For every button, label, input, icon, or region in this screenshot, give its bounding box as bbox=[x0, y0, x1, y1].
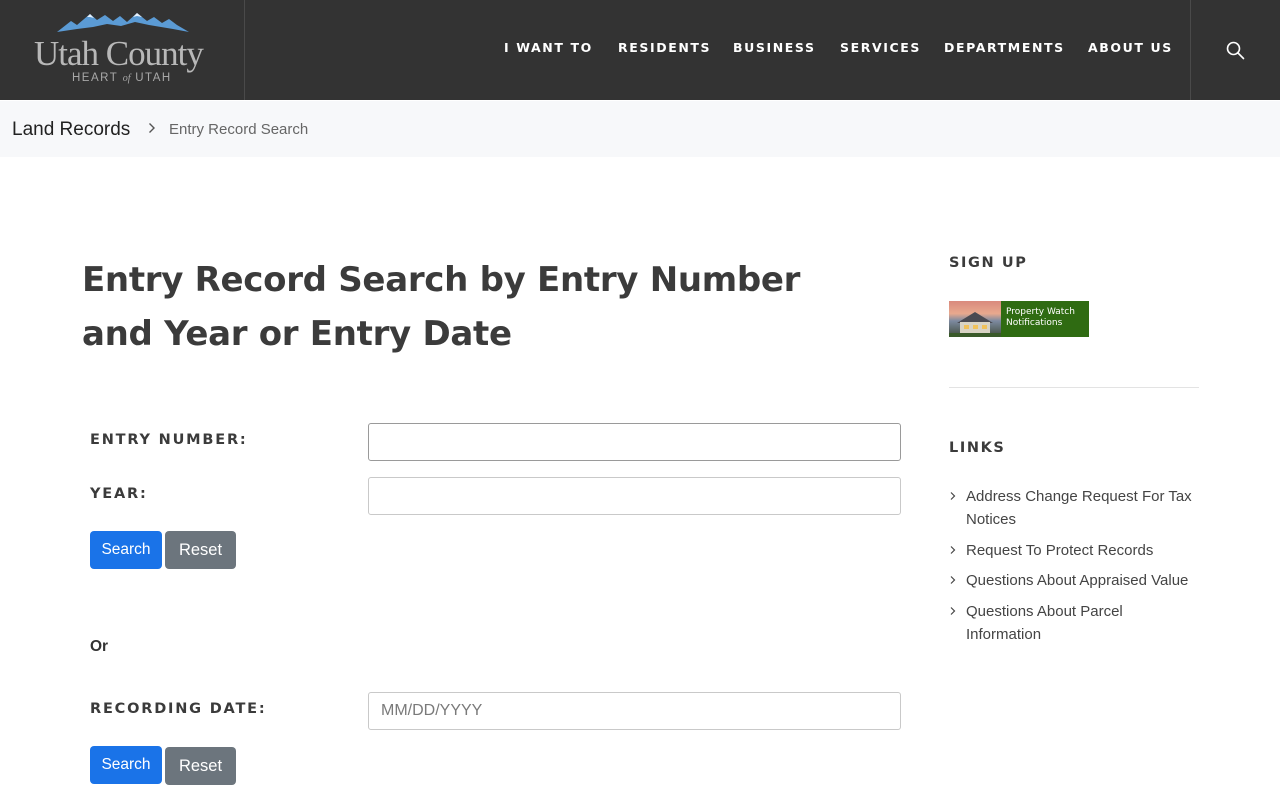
banner-text: Property Watch Notifications bbox=[1001, 301, 1089, 337]
chevron-right-icon bbox=[149, 123, 155, 133]
banner-line-1: Property Watch bbox=[1006, 307, 1075, 317]
link-appraised-value[interactable]: Questions About Appraised Value bbox=[949, 569, 1199, 592]
nav-business[interactable]: BUSINESS bbox=[733, 40, 816, 55]
nav-about-us[interactable]: ABOUT US bbox=[1088, 40, 1173, 55]
banner-line-2: Notifications bbox=[1006, 318, 1063, 328]
chevron-right-icon bbox=[950, 545, 956, 554]
page-title: Entry Record Search by Entry Number and … bbox=[82, 260, 801, 354]
chevron-right-icon bbox=[950, 576, 956, 584]
entry-number-input[interactable] bbox=[368, 423, 901, 461]
house-image bbox=[949, 301, 1001, 337]
entry-reset-button[interactable]: Reset bbox=[165, 531, 236, 569]
links-heading: LINKS bbox=[949, 440, 1006, 456]
recording-date-label: RECORDING DATE: bbox=[90, 701, 267, 717]
utah-county-logo[interactable]: Utah County HEART of UTAH bbox=[0, 0, 245, 100]
link-parcel-information[interactable]: Questions About Parcel Information bbox=[949, 600, 1199, 646]
link-label: Address Change Request For Tax Notices bbox=[966, 488, 1192, 528]
nav-i-want-to[interactable]: I WANT TO bbox=[504, 40, 593, 55]
link-label: Request To Protect Records bbox=[966, 541, 1154, 559]
header-search bbox=[1190, 0, 1280, 100]
logo-name: Utah County bbox=[34, 34, 204, 73]
logo-tagline: HEART of UTAH bbox=[72, 72, 172, 84]
breadcrumb-current: Entry Record Search bbox=[169, 121, 309, 138]
recording-date-input[interactable] bbox=[368, 692, 901, 730]
signup-heading: SIGN UP bbox=[949, 255, 1028, 271]
links-list: Address Change Request For Tax Notices R… bbox=[949, 485, 1199, 653]
search-icon[interactable] bbox=[1226, 41, 1245, 60]
property-watch-banner[interactable]: Property Watch Notifications bbox=[949, 301, 1089, 337]
or-separator: Or bbox=[90, 638, 109, 655]
link-address-change[interactable]: Address Change Request For Tax Notices bbox=[949, 485, 1199, 531]
year-input[interactable] bbox=[368, 477, 901, 515]
entry-search-button[interactable]: Search bbox=[90, 531, 162, 569]
year-label: YEAR: bbox=[90, 486, 148, 502]
mountains-logo-icon bbox=[57, 13, 189, 32]
entry-number-label: ENTRY NUMBER: bbox=[90, 432, 248, 448]
link-label: Questions About Appraised Value bbox=[966, 572, 1189, 589]
nav-services[interactable]: SERVICES bbox=[840, 40, 921, 55]
nav-departments[interactable]: DEPARTMENTS bbox=[944, 40, 1065, 55]
site-header: Utah County HEART of UTAH I WANT TO RESI… bbox=[0, 0, 1280, 100]
link-protect-records[interactable]: Request To Protect Records bbox=[949, 539, 1199, 562]
logo-tagline-post: UTAH bbox=[130, 72, 172, 84]
sidebar-divider bbox=[949, 387, 1199, 388]
chevron-right-icon bbox=[950, 606, 956, 615]
breadcrumb-land-records[interactable]: Land Records bbox=[12, 119, 130, 141]
logo-tagline-of: of bbox=[122, 73, 131, 84]
date-search-button[interactable]: Search bbox=[90, 746, 162, 784]
link-label: Questions About Parcel Information bbox=[966, 602, 1123, 643]
chevron-right-icon bbox=[950, 492, 956, 500]
date-reset-button[interactable]: Reset bbox=[165, 747, 236, 785]
nav-residents[interactable]: RESIDENTS bbox=[618, 40, 711, 55]
logo-tagline-pre: HEART bbox=[72, 72, 123, 84]
breadcrumb: Land Records Entry Record Search bbox=[0, 101, 1280, 157]
